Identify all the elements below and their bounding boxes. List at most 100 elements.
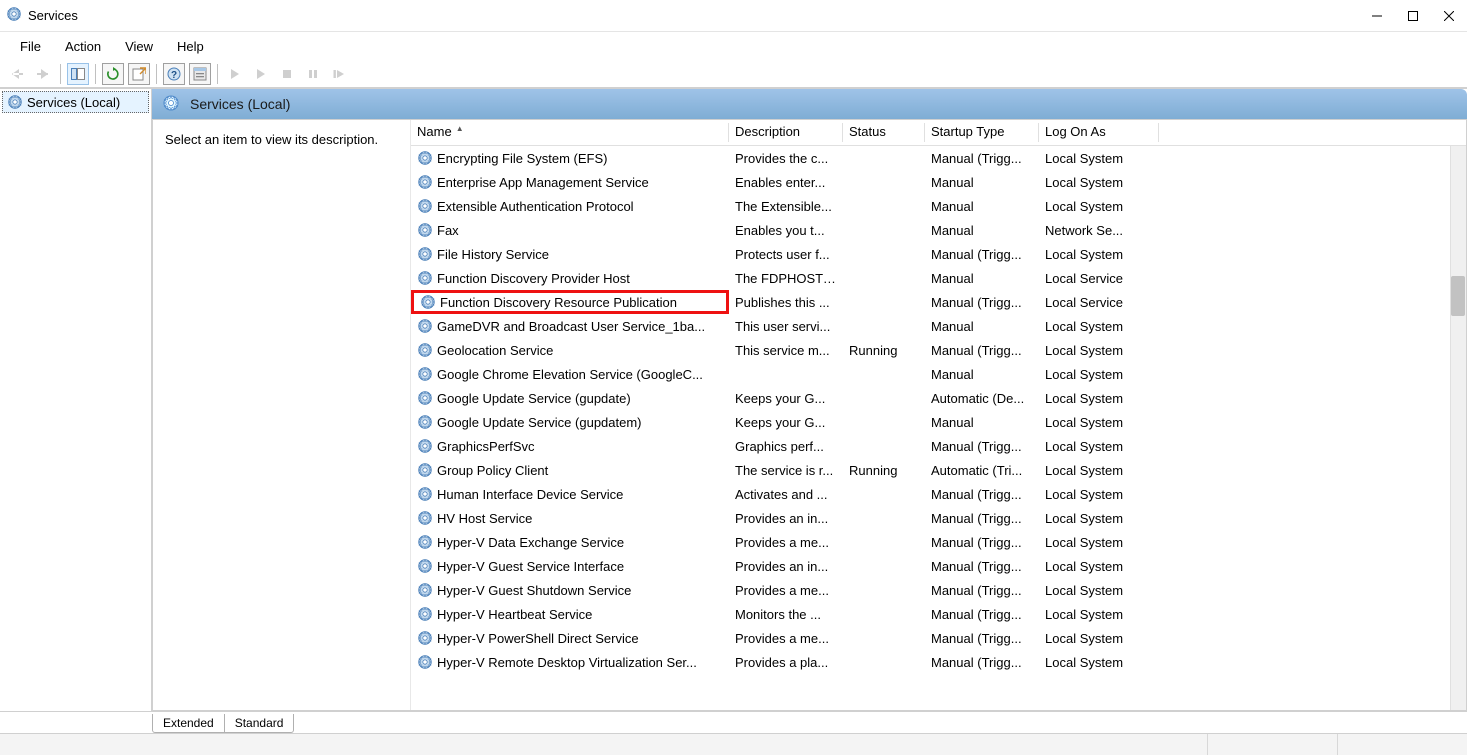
service-startup: Automatic (Tri...: [925, 463, 1039, 478]
content-title: Services (Local): [190, 96, 290, 112]
toolbar-separator: [217, 64, 218, 84]
service-restart-button[interactable]: [250, 63, 272, 85]
show-hide-tree-button[interactable]: [67, 63, 89, 85]
table-row[interactable]: Encrypting File System (EFS)Provides the…: [411, 146, 1466, 170]
service-name: Encrypting File System (EFS): [437, 151, 608, 166]
service-start-button[interactable]: [224, 63, 246, 85]
table-row[interactable]: HV Host ServiceProvides an in...Manual (…: [411, 506, 1466, 530]
service-startup: Manual (Trigg...: [925, 535, 1039, 550]
window-close-button[interactable]: [1431, 0, 1467, 32]
nav-back-button[interactable]: [6, 63, 28, 85]
menu-action[interactable]: Action: [53, 35, 113, 58]
help-button[interactable]: ?: [163, 63, 185, 85]
column-startup[interactable]: Startup Type: [925, 120, 1039, 145]
table-row[interactable]: Hyper-V Remote Desktop Virtualization Se…: [411, 650, 1466, 674]
service-name: Extensible Authentication Protocol: [437, 199, 634, 214]
gear-icon: [417, 222, 433, 238]
vertical-scrollbar[interactable]: [1450, 146, 1466, 710]
table-row[interactable]: Hyper-V Guest Service InterfaceProvides …: [411, 554, 1466, 578]
table-row[interactable]: File History ServiceProtects user f...Ma…: [411, 242, 1466, 266]
table-row[interactable]: GraphicsPerfSvcGraphics perf...Manual (T…: [411, 434, 1466, 458]
gear-icon: [420, 294, 436, 310]
gear-icon: [7, 94, 23, 110]
gear-icon: [417, 390, 433, 406]
service-name: Hyper-V Heartbeat Service: [437, 607, 592, 622]
service-name: File History Service: [437, 247, 549, 262]
tree-item-label: Services (Local): [27, 95, 120, 110]
service-startup: Manual: [925, 175, 1039, 190]
menu-view[interactable]: View: [113, 35, 165, 58]
refresh-button[interactable]: [102, 63, 124, 85]
window-maximize-button[interactable]: [1395, 0, 1431, 32]
table-row[interactable]: Extensible Authentication ProtocolThe Ex…: [411, 194, 1466, 218]
service-logon: Local System: [1039, 151, 1159, 166]
services-table: Name▲ Description Status Startup Type Lo…: [411, 120, 1466, 710]
service-name: Hyper-V Guest Service Interface: [437, 559, 624, 574]
service-logon: Local System: [1039, 391, 1159, 406]
service-description: Provides a pla...: [729, 655, 843, 670]
service-description: This user servi...: [729, 319, 843, 334]
table-row[interactable]: Enterprise App Management ServiceEnables…: [411, 170, 1466, 194]
table-row[interactable]: Google Update Service (gupdate)Keeps you…: [411, 386, 1466, 410]
gear-icon: [417, 150, 433, 166]
service-name: Google Update Service (gupdate): [437, 391, 631, 406]
column-logon[interactable]: Log On As: [1039, 120, 1159, 145]
column-description[interactable]: Description: [729, 120, 843, 145]
service-logon: Local System: [1039, 607, 1159, 622]
service-description: Enables enter...: [729, 175, 843, 190]
content-pane: Services (Local) Select an item to view …: [152, 89, 1467, 711]
table-row[interactable]: Hyper-V Heartbeat ServiceMonitors the ..…: [411, 602, 1466, 626]
export-button[interactable]: [128, 63, 150, 85]
table-row[interactable]: Geolocation ServiceThis service m...Runn…: [411, 338, 1466, 362]
table-row[interactable]: Hyper-V Data Exchange ServiceProvides a …: [411, 530, 1466, 554]
table-row[interactable]: Hyper-V PowerShell Direct ServiceProvide…: [411, 626, 1466, 650]
menu-help[interactable]: Help: [165, 35, 216, 58]
service-startup: Manual (Trigg...: [925, 295, 1039, 310]
table-row[interactable]: Hyper-V Guest Shutdown ServiceProvides a…: [411, 578, 1466, 602]
service-description: Provides a me...: [729, 535, 843, 550]
scroll-thumb[interactable]: [1451, 276, 1465, 316]
service-startup: Manual (Trigg...: [925, 247, 1039, 262]
table-row[interactable]: Group Policy ClientThe service is r...Ru…: [411, 458, 1466, 482]
service-status: Running: [843, 463, 925, 478]
table-row[interactable]: FaxEnables you t...ManualNetwork Se...: [411, 218, 1466, 242]
service-name: Google Update Service (gupdatem): [437, 415, 642, 430]
status-bar: [0, 733, 1467, 755]
main-area: Services (Local) Services (Local) Select…: [0, 88, 1467, 711]
window-minimize-button[interactable]: [1359, 0, 1395, 32]
gear-icon: [417, 606, 433, 622]
table-row[interactable]: GameDVR and Broadcast User Service_1ba..…: [411, 314, 1466, 338]
table-row[interactable]: Human Interface Device ServiceActivates …: [411, 482, 1466, 506]
tab-standard[interactable]: Standard: [224, 714, 295, 733]
service-description: The service is r...: [729, 463, 843, 478]
properties-button[interactable]: [189, 63, 211, 85]
table-row[interactable]: Function Discovery Resource PublicationP…: [411, 290, 1466, 314]
table-row[interactable]: Google Chrome Elevation Service (GoogleC…: [411, 362, 1466, 386]
service-resume-button[interactable]: [328, 63, 350, 85]
view-tabs: Extended Standard: [0, 711, 1467, 733]
content-body: Select an item to view its description. …: [152, 119, 1467, 711]
service-logon: Local System: [1039, 343, 1159, 358]
service-logon: Local System: [1039, 511, 1159, 526]
service-startup: Manual (Trigg...: [925, 559, 1039, 574]
table-row[interactable]: Google Update Service (gupdatem)Keeps yo…: [411, 410, 1466, 434]
gear-icon: [417, 630, 433, 646]
service-stop-button[interactable]: [276, 63, 298, 85]
tree-item-services-local[interactable]: Services (Local): [2, 91, 149, 113]
tab-extended[interactable]: Extended: [152, 714, 225, 733]
service-pause-button[interactable]: [302, 63, 324, 85]
table-row[interactable]: Function Discovery Provider HostThe FDPH…: [411, 266, 1466, 290]
service-name: Function Discovery Resource Publication: [440, 295, 677, 310]
service-logon: Local System: [1039, 247, 1159, 262]
gear-icon: [417, 174, 433, 190]
gear-icon: [417, 414, 433, 430]
nav-forward-button[interactable]: [32, 63, 54, 85]
menu-file[interactable]: File: [8, 35, 53, 58]
description-panel: Select an item to view its description.: [153, 120, 411, 710]
column-status[interactable]: Status: [843, 120, 925, 145]
toolbar-separator: [156, 64, 157, 84]
service-startup: Manual: [925, 223, 1039, 238]
title-bar: Services: [0, 0, 1467, 32]
gear-icon: [162, 94, 180, 115]
column-name[interactable]: Name▲: [411, 120, 729, 145]
